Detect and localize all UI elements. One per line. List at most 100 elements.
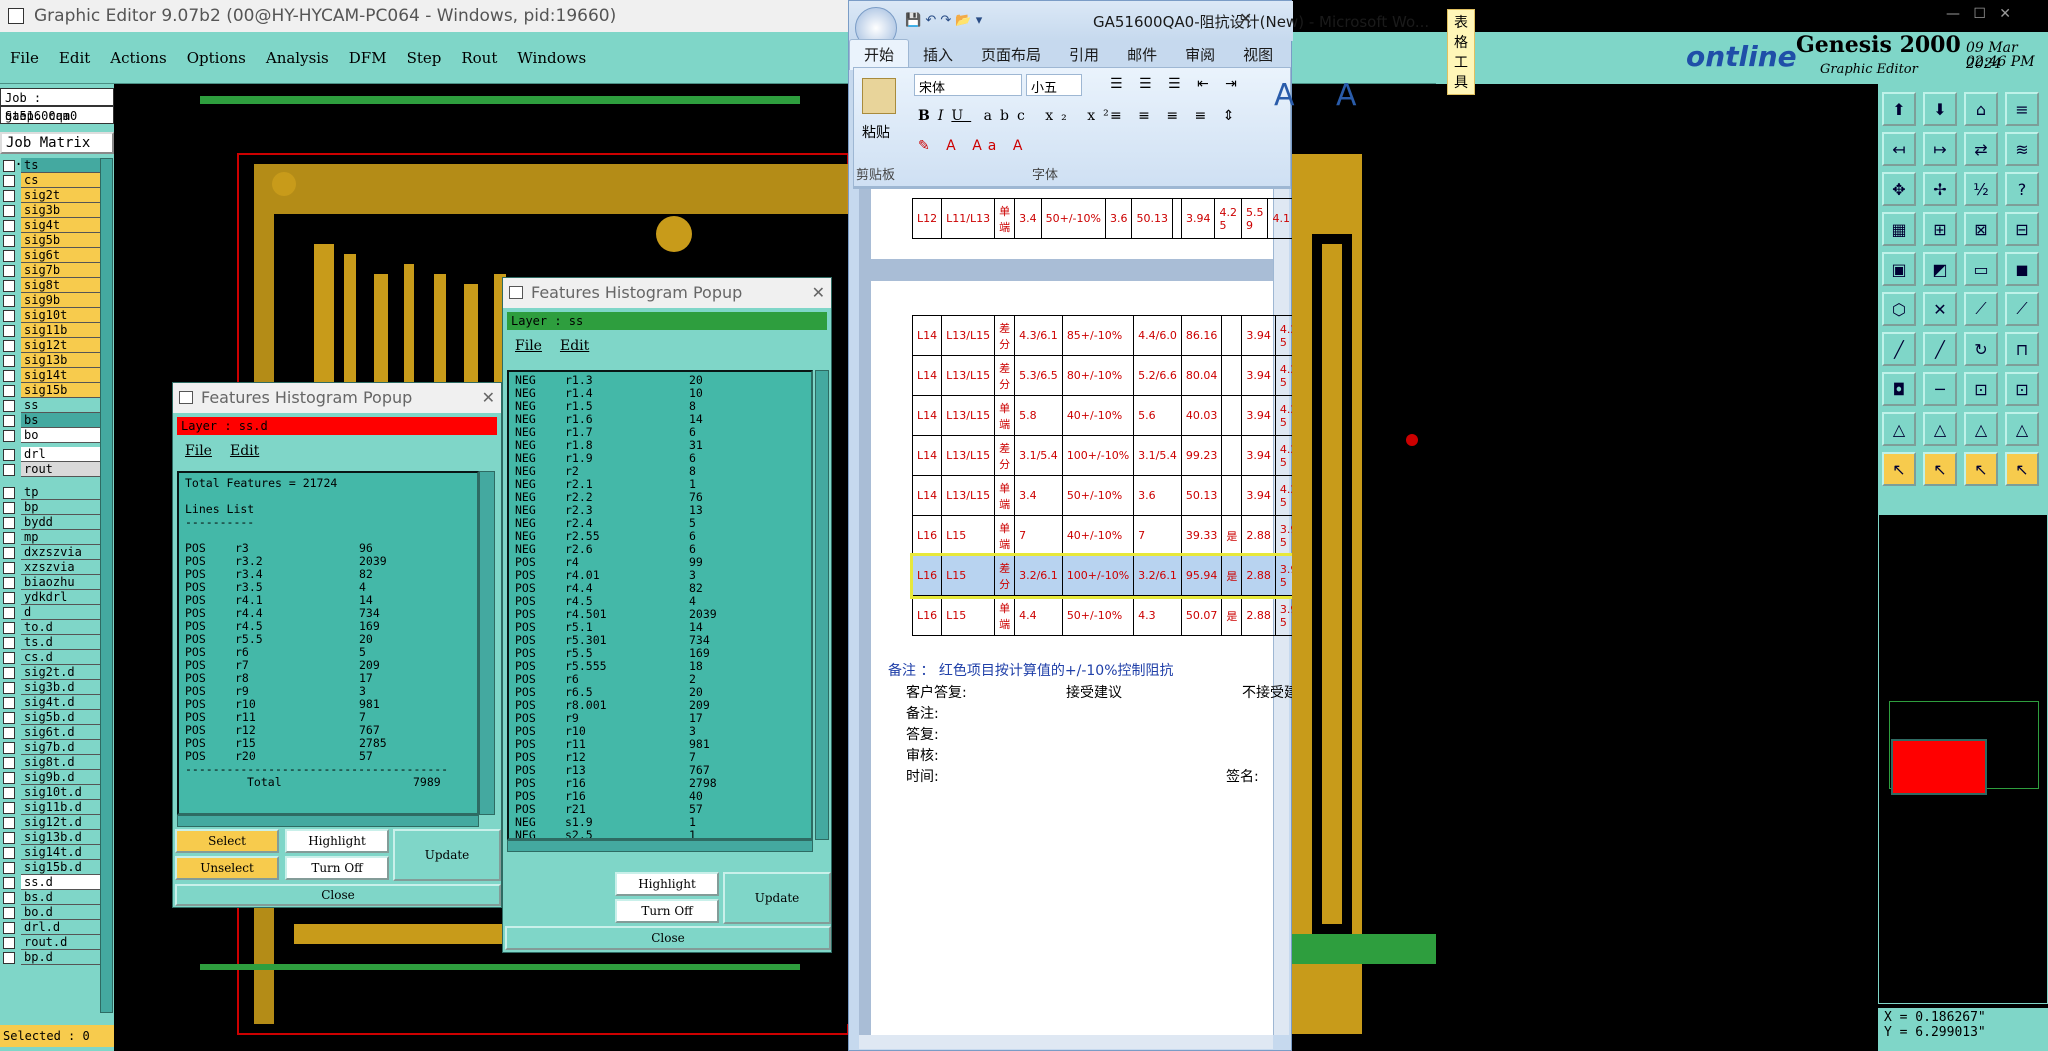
layer-checkbox[interactable]	[3, 249, 15, 262]
tool-button[interactable]: ▦	[1882, 212, 1916, 246]
layer-name[interactable]: bp	[21, 500, 100, 515]
layer-checkbox[interactable]	[3, 741, 15, 754]
ribbon-tab[interactable]: 视图	[1229, 40, 1287, 70]
list-item[interactable]: POS r7 209	[185, 659, 471, 672]
layer-checkbox[interactable]	[3, 219, 15, 232]
update-button[interactable]: Update	[723, 872, 831, 924]
layer-checkbox[interactable]	[3, 726, 15, 739]
layer-row[interactable]: sig13b	[0, 353, 100, 368]
layer-row[interactable]: sig12t.d	[0, 815, 100, 830]
layer-name[interactable]: bydd	[21, 515, 100, 530]
layer-row[interactable]: sig9b.d	[0, 770, 100, 785]
layer-row[interactable]: sig2t.d	[0, 665, 100, 680]
layer-row[interactable]: sig5b.d	[0, 710, 100, 725]
layer-checkbox[interactable]	[3, 159, 15, 172]
layer-checkbox[interactable]	[3, 681, 15, 694]
layer-row[interactable]: sig4t.d	[0, 695, 100, 710]
tool-button[interactable]: ◼	[2005, 252, 2039, 286]
list-item[interactable]: POS r5.301 734	[515, 634, 805, 647]
ribbon-tab[interactable]: 引用	[1055, 40, 1113, 70]
layer-scrollbar[interactable]	[100, 158, 113, 1013]
layer-checkbox[interactable]	[3, 516, 15, 529]
layer-name[interactable]: sig2t	[21, 188, 100, 203]
layer-checkbox[interactable]	[3, 279, 15, 292]
word-titlebar[interactable]: 💾 ↶ ↷ 📂 ▾ GA51600QA0-阻抗设计(New) - Microso…	[849, 1, 1475, 95]
menu-edit[interactable]: Edit	[49, 32, 100, 84]
genesis-titlebar[interactable]: Graphic Editor 9.07b2 (00@HY-HYCAM-PC064…	[0, 0, 848, 32]
list-item[interactable]: NEG r2.55 6	[515, 530, 805, 543]
layer-name[interactable]: sig6t	[21, 248, 100, 263]
close-button[interactable]: Close	[505, 926, 831, 950]
font-color-buttons[interactable]: ✎ A Aa A	[918, 138, 1028, 154]
layer-checkbox[interactable]	[3, 861, 15, 874]
layer-row[interactable]: rout	[0, 462, 100, 477]
list-item[interactable]: NEG r1.5 8	[515, 400, 805, 413]
alignment-buttons[interactable]: ≡ ≡ ≡ ≡ ⇕	[1110, 108, 1240, 124]
list-item[interactable]: NEG r2.4 5	[515, 517, 805, 530]
layer-name[interactable]: sig2t.d	[21, 665, 100, 680]
layer-row[interactable]: ss	[0, 398, 100, 413]
list-item[interactable]: POS r6 5	[185, 646, 471, 659]
layer-row[interactable]: ydkdrl	[0, 590, 100, 605]
layer-name[interactable]: drl.d	[21, 920, 100, 935]
tool-button[interactable]: ⊞	[1923, 212, 1957, 246]
tool-button[interactable]: △	[1923, 412, 1957, 446]
tool-button[interactable]: ⇄	[1964, 132, 1998, 166]
layer-name[interactable]: sig13b.d	[21, 830, 100, 845]
layer-name[interactable]: bs.d	[21, 890, 100, 905]
list-item[interactable]: POS r3.2 2039	[185, 555, 471, 568]
turn-off-button[interactable]: Turn Off	[615, 899, 719, 923]
menu-dfm[interactable]: DFM	[339, 32, 397, 84]
list-item[interactable]: POS r12 767	[185, 724, 471, 737]
layer-checkbox[interactable]	[3, 666, 15, 679]
layer-row[interactable]: sig14t	[0, 368, 100, 383]
tool-button[interactable]: ↤	[1882, 132, 1916, 166]
tool-button[interactable]: ✕	[1923, 292, 1957, 326]
layer-row[interactable]: bs.d	[0, 890, 100, 905]
menu-file[interactable]: File	[0, 32, 49, 84]
graphic-canvas-right[interactable]	[1292, 84, 1436, 1051]
layer-row[interactable]: bo.d	[0, 905, 100, 920]
tool-button[interactable]: ≋	[2005, 132, 2039, 166]
turn-off-button[interactable]: Turn Off	[285, 856, 389, 880]
layer-checkbox[interactable]	[3, 339, 15, 352]
list-item[interactable]: NEG r1.6 14	[515, 413, 805, 426]
list-item[interactable]: NEG r2.1 1	[515, 478, 805, 491]
layer-row[interactable]: sig14t.d	[0, 845, 100, 860]
layer-name[interactable]: sig14t	[21, 368, 100, 383]
menu-actions[interactable]: Actions	[100, 32, 176, 84]
list-item[interactable]: POS r3.5 4	[185, 581, 471, 594]
layer-name[interactable]: sig9b.d	[21, 770, 100, 785]
tool-button[interactable]: ↖	[2005, 452, 2039, 486]
popup2-hscroll[interactable]	[507, 840, 813, 852]
layer-checkbox[interactable]	[3, 891, 15, 904]
layer-row[interactable]: sig3b.d	[0, 680, 100, 695]
menu-options[interactable]: Options	[177, 32, 256, 84]
list-item[interactable]: POS r11 7	[185, 711, 471, 724]
list-item[interactable]: POS r9 3	[185, 685, 471, 698]
layer-checkbox[interactable]	[3, 591, 15, 604]
popup1-vscroll[interactable]	[479, 471, 495, 815]
layer-row[interactable]: dxzszvia	[0, 545, 100, 560]
tool-button[interactable]: ◩	[1923, 252, 1957, 286]
layer-checkbox[interactable]	[3, 546, 15, 559]
list-item[interactable]: POS r5.555 18	[515, 660, 805, 673]
tool-button[interactable]: △	[2005, 412, 2039, 446]
tool-button[interactable]: ?	[2005, 172, 2039, 206]
layer-name[interactable]: sig4t.d	[21, 695, 100, 710]
layer-row[interactable]: sig11b	[0, 323, 100, 338]
tool-button[interactable]: ▣	[1882, 252, 1916, 286]
popup2-menu-edit[interactable]: Edit	[560, 338, 589, 354]
layer-row[interactable]: cs.d	[0, 650, 100, 665]
layer-checkbox[interactable]	[3, 606, 15, 619]
layer-checkbox[interactable]	[3, 831, 15, 844]
layer-row[interactable]: biaozhu	[0, 575, 100, 590]
layer-row[interactable]: sig6t	[0, 248, 100, 263]
layer-name[interactable]: sig12t	[21, 338, 100, 353]
popup2-titlebar[interactable]: Features Histogram Popup ✕	[503, 278, 831, 308]
tool-button[interactable]: ⟋	[2005, 292, 2039, 326]
layer-checkbox[interactable]	[3, 448, 15, 461]
layer-row[interactable]: sig15b	[0, 383, 100, 398]
tool-button[interactable]: ✢	[1923, 172, 1957, 206]
list-item[interactable]: POS r3 96	[185, 542, 471, 555]
